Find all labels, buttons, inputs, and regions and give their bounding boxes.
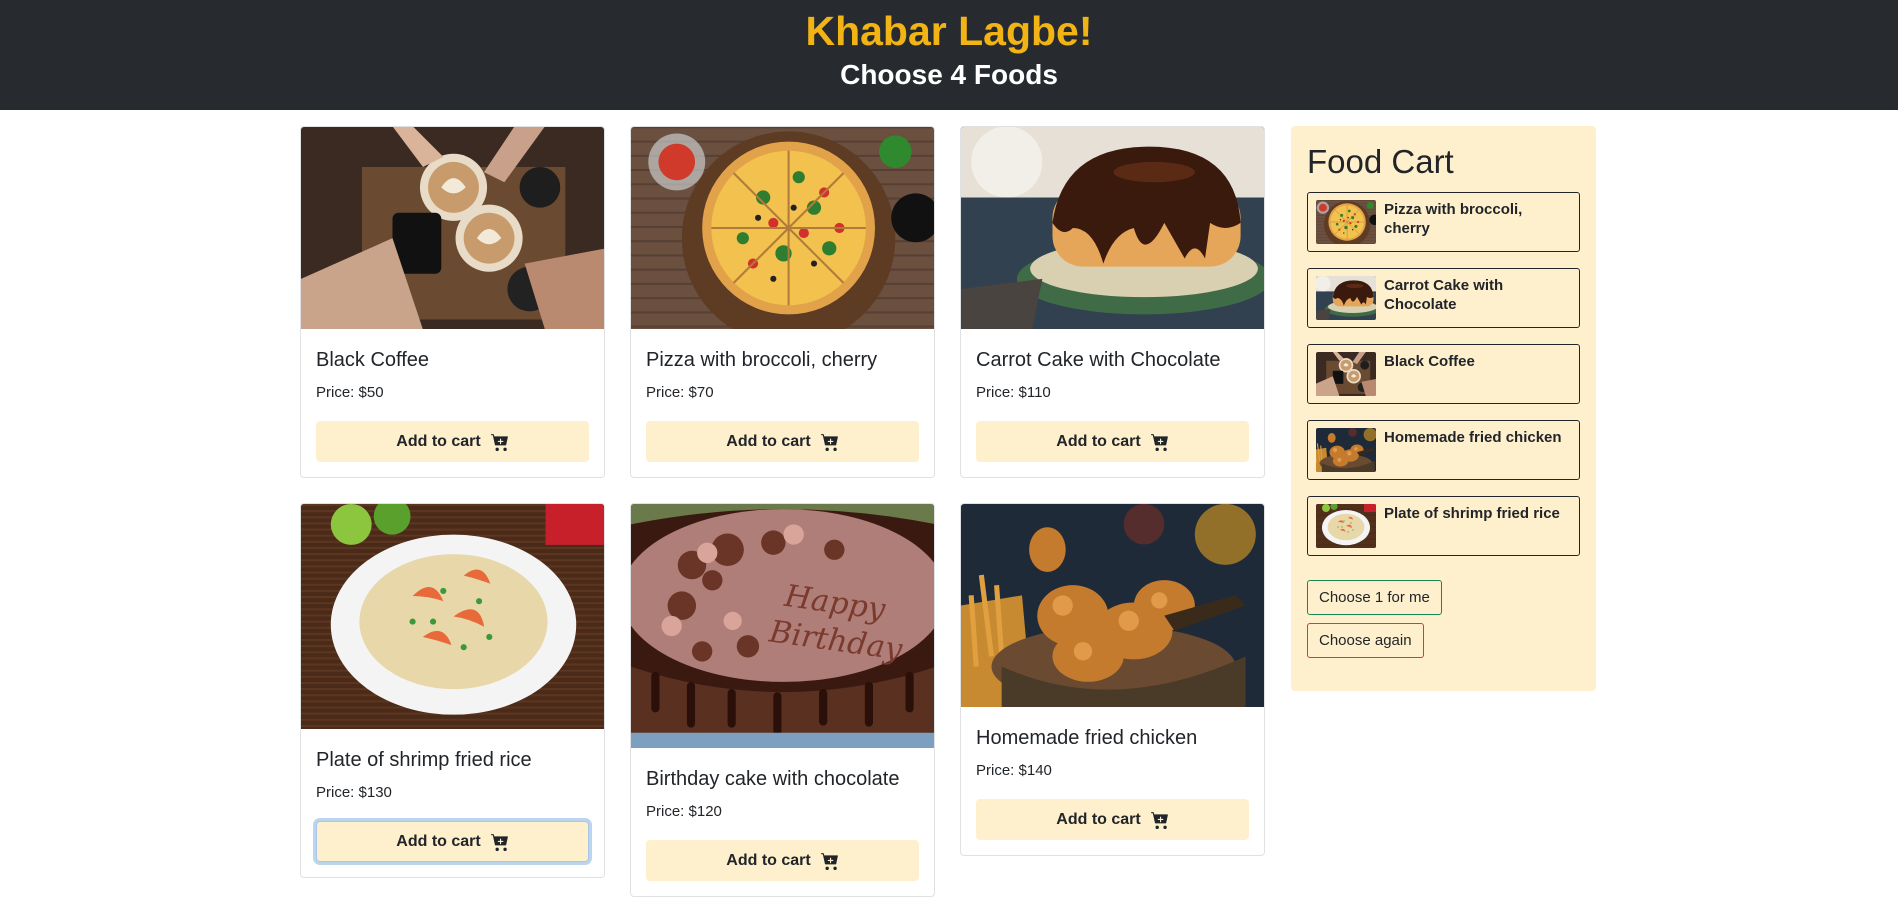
cart-item-thumbnail [1316, 428, 1376, 472]
cart-item-name: Black Coffee [1384, 353, 1475, 370]
food-price: Price: $130 [316, 784, 392, 801]
food-card-fried-chicken: Homemade fried chicken Price: $140 Add t… [960, 503, 1265, 856]
add-to-cart-button[interactable]: Add to cart [976, 799, 1249, 840]
cart-plus-icon [820, 852, 838, 870]
cart-item: Black Coffee [1307, 344, 1580, 404]
food-card-pizza: Pizza with broccoli, cherry Price: $70 A… [630, 126, 935, 478]
food-card-shrimp-fried-rice: Plate of shrimp fried rice Price: $130 A… [300, 503, 605, 878]
cart-item-thumbnail [1316, 352, 1376, 396]
food-price: Price: $120 [646, 803, 722, 820]
add-to-cart-button[interactable]: Add to cart [316, 821, 589, 862]
choose-one-button[interactable]: Choose 1 for me [1307, 580, 1442, 615]
food-name: Homemade fried chicken [976, 727, 1198, 749]
cart-item: Homemade fried chicken [1307, 420, 1580, 480]
food-cart-panel: Food Cart Pizza with broccoli, cherry Ca… [1291, 126, 1596, 691]
add-to-cart-button[interactable]: Add to cart [646, 840, 919, 881]
fried-chicken-image [961, 504, 1264, 707]
food-price: Price: $50 [316, 384, 384, 401]
page-header: Khabar Lagbe! Choose 4 Foods [0, 0, 1898, 110]
black-coffee-image [301, 127, 604, 329]
food-name: Plate of shrimp fried rice [316, 749, 532, 771]
cart-item: Plate of shrimp fried rice [1307, 496, 1580, 556]
cart-plus-icon [490, 833, 508, 851]
add-to-cart-button[interactable]: Add to cart [976, 421, 1249, 462]
add-to-cart-label: Add to cart [1056, 432, 1141, 450]
food-card-birthday-cake: Birthday cake with chocolate Price: $120… [630, 503, 935, 897]
food-price: Price: $140 [976, 762, 1052, 779]
add-to-cart-label: Add to cart [1056, 810, 1141, 828]
site-title: Khabar Lagbe! [805, 8, 1093, 54]
cart-item-thumbnail [1316, 276, 1376, 320]
page-subtitle: Choose 4 Foods [840, 59, 1058, 90]
cart-item-thumbnail [1316, 504, 1376, 548]
cart-item: Pizza with broccoli, cherry [1307, 192, 1580, 252]
add-to-cart-label: Add to cart [726, 851, 811, 869]
cart-item-thumbnail [1316, 200, 1376, 244]
food-grid: Black Coffee Price: $50 Add to cart Pizz… [300, 126, 1266, 897]
cart-plus-icon [1150, 433, 1168, 451]
choose-again-button[interactable]: Choose again [1307, 623, 1424, 658]
carrot-cake-image [961, 127, 1264, 329]
food-name: Black Coffee [316, 349, 430, 371]
cart-item: Carrot Cake with Chocolate [1307, 268, 1580, 328]
cart-plus-icon [490, 433, 508, 451]
food-name: Carrot Cake with Chocolate [976, 349, 1221, 371]
cart-plus-icon [1150, 811, 1168, 829]
food-card-black-coffee: Black Coffee Price: $50 Add to cart [300, 126, 605, 478]
food-price: Price: $70 [646, 384, 714, 401]
cart-item-name: Pizza with broccoli, cherry [1384, 201, 1523, 237]
shrimp-fried-rice-image [301, 504, 604, 729]
food-name: Birthday cake with chocolate [646, 768, 900, 790]
add-to-cart-label: Add to cart [396, 432, 481, 450]
cart-item-name: Plate of shrimp fried rice [1384, 505, 1560, 522]
add-to-cart-label: Add to cart [726, 432, 811, 450]
food-name: Pizza with broccoli, cherry [646, 349, 878, 371]
add-to-cart-button[interactable]: Add to cart [316, 421, 589, 462]
food-price: Price: $110 [976, 384, 1051, 401]
birthday-cake-image [631, 504, 934, 748]
add-to-cart-label: Add to cart [396, 832, 481, 850]
cart-item-name: Carrot Cake with Chocolate [1384, 277, 1504, 313]
cart-title: Food Cart [1307, 143, 1454, 180]
cart-item-name: Homemade fried chicken [1384, 429, 1562, 446]
food-card-carrot-cake: Carrot Cake with Chocolate Price: $110 A… [960, 126, 1265, 478]
cart-plus-icon [820, 433, 838, 451]
pizza-image [631, 127, 934, 329]
add-to-cart-button[interactable]: Add to cart [646, 421, 919, 462]
